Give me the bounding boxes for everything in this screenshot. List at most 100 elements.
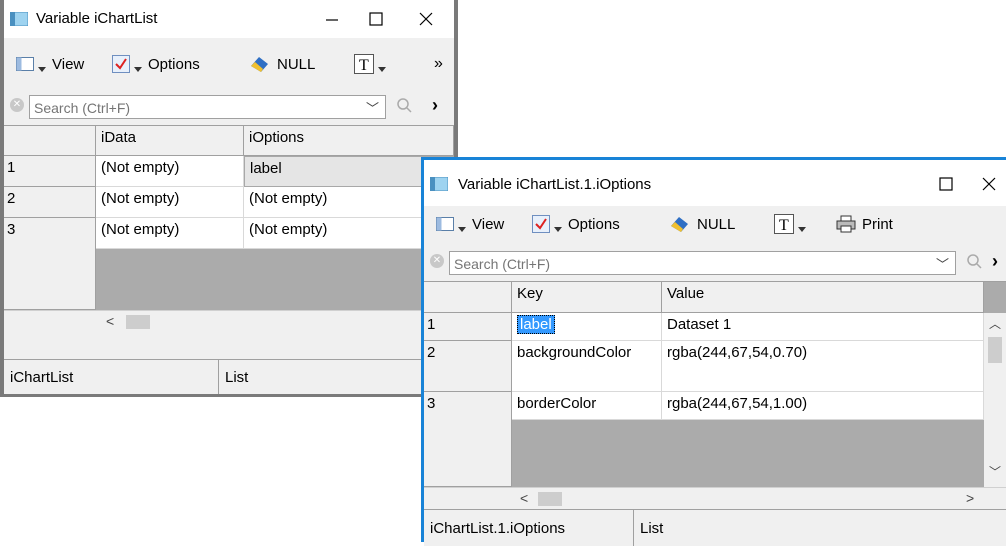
- print-button[interactable]: Print: [836, 213, 893, 235]
- column-header[interactable]: iOptions: [244, 126, 454, 156]
- maximize-button[interactable]: [928, 170, 964, 198]
- grid-cell[interactable]: borderColor: [512, 392, 662, 420]
- column-header[interactable]: iData: [96, 126, 244, 156]
- dropdown-arrow-icon: [134, 66, 142, 72]
- close-icon: [982, 177, 996, 191]
- search-icon[interactable]: [395, 96, 415, 116]
- dropdown-arrow-icon: [798, 226, 806, 232]
- scroll-left-icon[interactable]: <: [520, 490, 528, 506]
- combo-value: label: [250, 160, 282, 177]
- status-bar: iChartList List: [4, 359, 454, 394]
- status-type: List: [225, 368, 249, 386]
- checkbox-options-icon: [112, 55, 130, 73]
- status-bar: iChartList.1.iOptions List: [424, 509, 1006, 546]
- text-format-button[interactable]: T: [354, 53, 386, 75]
- grid-cell[interactable]: (Not empty): [96, 187, 244, 218]
- view-button[interactable]: View: [16, 53, 84, 75]
- chevron-down-icon[interactable]: ﹀: [366, 98, 379, 117]
- checkbox-options-icon: [532, 215, 550, 233]
- scrollbar-thumb[interactable]: [538, 492, 562, 506]
- options-label: Options: [148, 55, 200, 73]
- selected-text: label: [517, 315, 555, 334]
- view-button[interactable]: View: [436, 213, 504, 235]
- null-eraser-icon: [251, 57, 268, 72]
- row-header[interactable]: 1: [424, 313, 512, 341]
- find-next-icon[interactable]: ›: [432, 95, 438, 116]
- scrollbar-thumb[interactable]: [988, 337, 1002, 363]
- options-button[interactable]: Options: [532, 213, 620, 235]
- options-button[interactable]: Options: [112, 53, 200, 75]
- row-header[interactable]: 3: [424, 392, 512, 487]
- maximize-icon: [939, 177, 953, 191]
- chevron-down-icon[interactable]: ﹀: [936, 254, 949, 273]
- search-icon[interactable]: [965, 252, 985, 272]
- minimize-button[interactable]: [314, 5, 350, 33]
- search-row: ✕ ﹀ ›: [4, 92, 454, 122]
- data-grid: Key Value 1 label Dataset 1 2 background…: [424, 281, 1006, 510]
- print-label: Print: [862, 215, 893, 233]
- null-eraser-icon: [671, 217, 688, 232]
- clear-search-icon[interactable]: ✕: [10, 98, 24, 112]
- maximize-button[interactable]: [358, 5, 394, 33]
- horizontal-scrollbar[interactable]: < >: [4, 310, 454, 333]
- status-type: List: [640, 519, 664, 537]
- search-field[interactable]: ﹀: [449, 251, 956, 276]
- corner-header: [4, 126, 96, 156]
- app-icon: [10, 12, 28, 26]
- grid-cell[interactable]: Dataset 1: [662, 313, 984, 341]
- clear-search-icon[interactable]: ✕: [430, 254, 444, 268]
- search-field[interactable]: ﹀: [29, 95, 386, 120]
- vertical-scrollbar[interactable]: ︿ ﹀: [984, 313, 1006, 487]
- grid-cell-selected[interactable]: label: [512, 313, 662, 341]
- close-icon: [419, 12, 433, 26]
- horizontal-scrollbar[interactable]: < >: [424, 487, 1006, 510]
- printer-icon: [836, 215, 856, 233]
- grid-cell[interactable]: rgba(244,67,54,1.00): [662, 392, 984, 420]
- window-title: Variable iChartList.1.iOptions: [458, 176, 652, 193]
- overflow-chevron-icon: »: [434, 55, 443, 72]
- search-input[interactable]: [450, 252, 888, 276]
- search-input[interactable]: [30, 96, 340, 120]
- svg-text:T: T: [359, 57, 369, 74]
- scroll-up-icon[interactable]: ︿: [989, 315, 1001, 332]
- minimize-icon: [326, 19, 338, 21]
- column-header[interactable]: Key: [512, 282, 662, 313]
- options-label: Options: [568, 215, 620, 233]
- overflow-button[interactable]: »: [434, 53, 443, 75]
- dropdown-arrow-icon: [38, 66, 46, 72]
- scrollbar-thumb[interactable]: [126, 315, 150, 329]
- close-button[interactable]: [408, 5, 444, 33]
- view-icon: [436, 217, 454, 231]
- null-button[interactable]: NULL: [249, 53, 315, 75]
- toolbar: View Options NULL T Print: [424, 206, 1006, 250]
- variable-window-ioptions: Variable iChartList.1.iOptions View Opti…: [421, 157, 1006, 546]
- column-header[interactable]: Value: [662, 282, 984, 313]
- title-bar[interactable]: Variable iChartList: [4, 0, 454, 38]
- row-header[interactable]: 2: [424, 341, 512, 392]
- grid-cell[interactable]: (Not empty): [96, 156, 244, 187]
- row-header[interactable]: 2: [4, 187, 96, 218]
- close-button[interactable]: [971, 170, 1006, 198]
- grid-cell[interactable]: rgba(244,67,54,0.70): [662, 341, 984, 392]
- view-label: View: [472, 215, 505, 233]
- text-format-icon: T: [354, 54, 374, 74]
- view-icon: [16, 57, 34, 71]
- null-label: NULL: [697, 215, 736, 233]
- row-header[interactable]: 3: [4, 218, 96, 310]
- app-icon: [430, 177, 448, 191]
- dropdown-arrow-icon: [458, 226, 466, 232]
- view-label: View: [52, 55, 85, 73]
- row-header[interactable]: 1: [4, 156, 96, 187]
- scroll-left-icon[interactable]: <: [106, 313, 114, 329]
- title-bar[interactable]: Variable iChartList.1.iOptions: [424, 160, 1006, 206]
- scroll-right-icon[interactable]: >: [966, 490, 974, 506]
- dropdown-arrow-icon: [554, 226, 562, 232]
- text-format-button[interactable]: T: [774, 213, 806, 235]
- scroll-down-icon[interactable]: ﹀: [989, 463, 1001, 480]
- window-title: Variable iChartList: [36, 10, 158, 27]
- grid-cell[interactable]: backgroundColor: [512, 341, 662, 392]
- null-button[interactable]: NULL: [669, 213, 735, 235]
- find-next-icon[interactable]: ›: [992, 251, 998, 272]
- grid-cell[interactable]: (Not empty): [96, 218, 244, 249]
- maximize-icon: [369, 12, 383, 26]
